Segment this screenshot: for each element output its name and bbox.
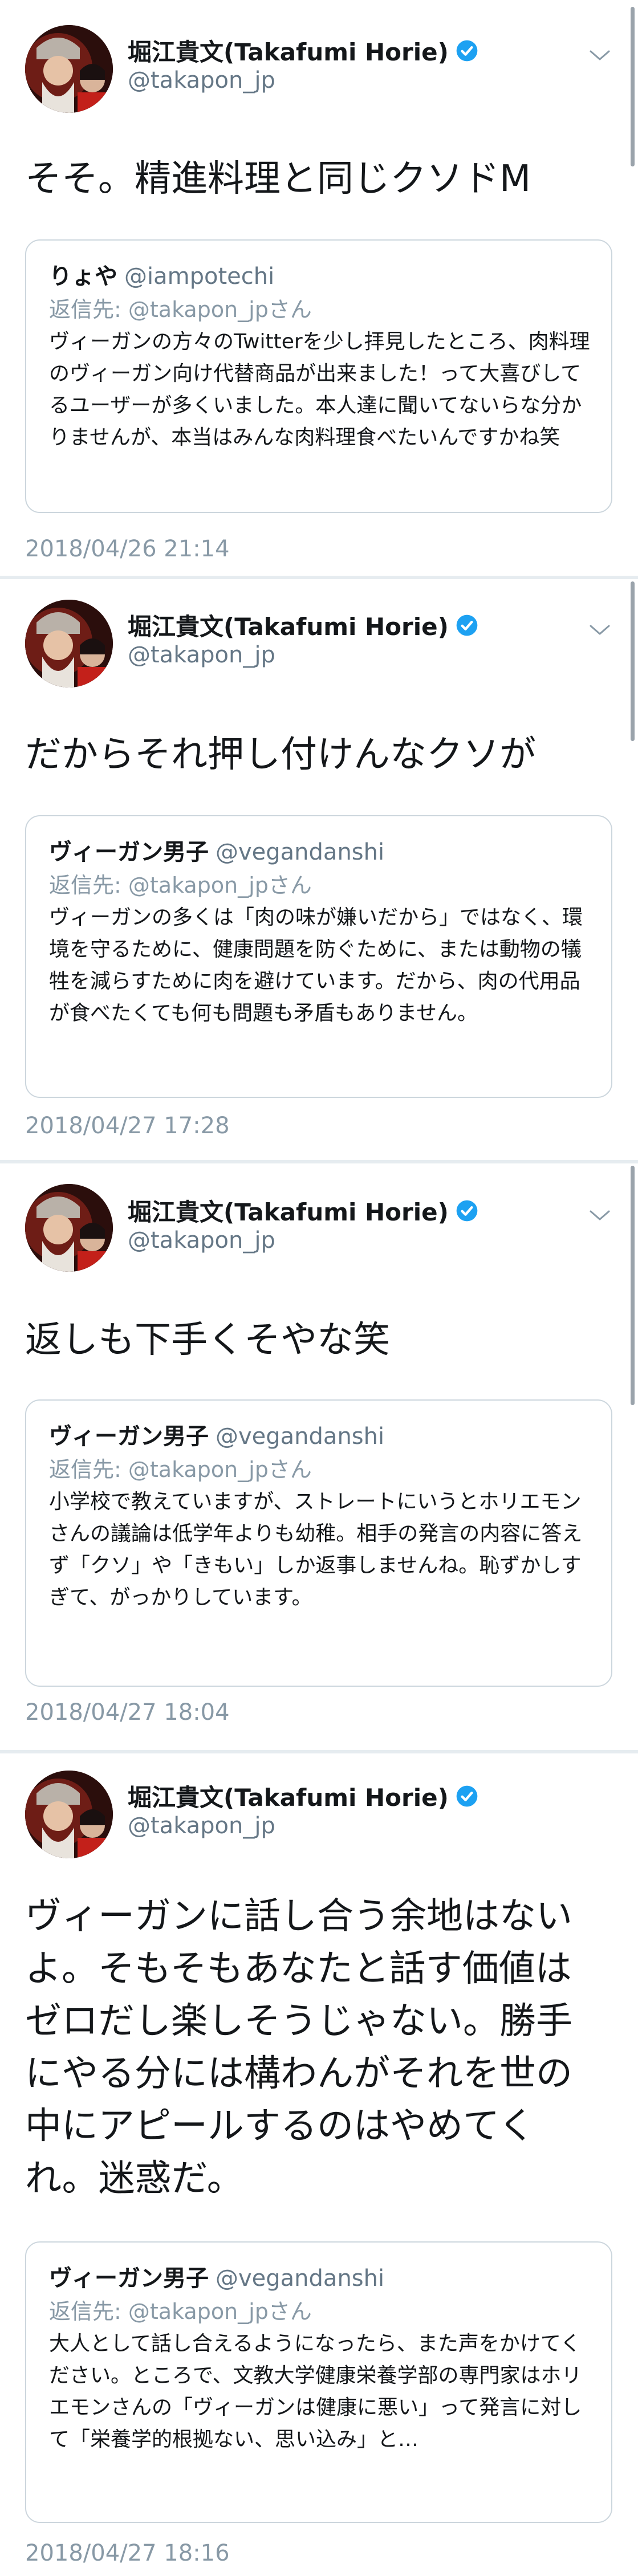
- tweet[interactable]: 堀江貴文(Takafumi Horie) @takapon_jp だからそれ押し…: [0, 579, 638, 1160]
- avatar[interactable]: [25, 1771, 113, 1858]
- tweet-text: だからそれ押し付けんなクソが: [25, 734, 536, 776]
- chevron-down-icon[interactable]: [587, 1207, 612, 1224]
- quoted-tweet[interactable]: ヴィーガン男子 @vegandanshi 返信先: @takapon_jpさん 大…: [25, 2241, 612, 2523]
- tweet-timestamp[interactable]: 2018/04/27 17:28: [25, 1113, 230, 1139]
- tweet[interactable]: 堀江貴文(Takafumi Horie) @takapon_jp 返しも下手くそ…: [0, 1163, 638, 1750]
- author-name[interactable]: 堀江貴文(Takafumi Horie): [128, 33, 449, 68]
- quoted-author-handle: @iampotechi: [124, 263, 275, 290]
- tweet[interactable]: 堀江貴文(Takafumi Horie) @takapon_jp ヴィーガンに話…: [0, 1753, 638, 2576]
- author-handle[interactable]: @takapon_jp: [128, 1227, 275, 1254]
- verified-badge-icon: [456, 615, 478, 636]
- quoted-tweet[interactable]: ヴィーガン男子 @vegandanshi 返信先: @takapon_jpさん ヴ…: [25, 815, 612, 1098]
- reply-to-label: 返信先: @takapon_jpさん: [49, 873, 312, 898]
- reply-to-label: 返信先: @takapon_jpさん: [49, 297, 312, 322]
- quoted-author-name: ヴィーガン男子: [49, 1423, 209, 1450]
- tweet-text: 返しも下手くそやな笑: [25, 1319, 390, 1361]
- quoted-tweet[interactable]: りょや @iampotechi 返信先: @takapon_jpさん ヴィーガンの…: [25, 239, 612, 513]
- author-handle[interactable]: @takapon_jp: [128, 67, 275, 93]
- avatar[interactable]: [25, 1184, 113, 1272]
- avatar-photo: [25, 1184, 113, 1272]
- reply-to-label: 返信先: @takapon_jpさん: [49, 2299, 312, 2324]
- scrollbar[interactable]: [631, 581, 635, 741]
- author-handle[interactable]: @takapon_jp: [128, 1813, 275, 1839]
- chevron-down-icon[interactable]: [587, 621, 612, 638]
- quoted-author-name: ヴィーガン男子: [49, 2265, 209, 2292]
- tweet-timestamp[interactable]: 2018/04/27 18:04: [25, 1699, 230, 1726]
- tweet-text: ヴィーガンに話し合う余地はないよ。そもそもあなたと話す価値はゼロだし楽しそうじゃ…: [25, 1895, 572, 2200]
- verified-badge-icon: [456, 40, 478, 61]
- tweet-timestamp[interactable]: 2018/04/26 21:14: [25, 536, 230, 562]
- avatar-photo: [25, 600, 113, 687]
- avatar-photo: [25, 1771, 113, 1858]
- author-name[interactable]: 堀江貴文(Takafumi Horie): [128, 1193, 449, 1228]
- quoted-author-handle: @vegandanshi: [216, 839, 385, 865]
- tweet-text: そそ。精進料理と同じクソドM: [25, 158, 531, 200]
- scrollbar[interactable]: [631, 1166, 635, 1405]
- avatar-photo: [25, 25, 113, 113]
- chevron-down-icon[interactable]: [587, 47, 612, 64]
- author-handle[interactable]: @takapon_jp: [128, 642, 275, 668]
- quoted-tweet-text: 小学校で教えていますが、ストレートにいうとホリエモンさんの議論は低学年よりも幼稚…: [49, 1490, 583, 1609]
- quoted-tweet-text: ヴィーガンの方々のTwitterを少し拝見したところ、肉料理のヴィーガン向け代替…: [49, 330, 590, 449]
- verified-badge-icon: [456, 1200, 478, 1221]
- quoted-author-handle: @vegandanshi: [216, 2265, 385, 2292]
- quoted-tweet-text: 大人として話し合えるようになったら、また声をかけてください。ところで、文教大学健…: [49, 2332, 582, 2451]
- quoted-author-name: りょや: [49, 263, 117, 290]
- scrollbar[interactable]: [631, 7, 635, 166]
- avatar[interactable]: [25, 25, 113, 113]
- author-name[interactable]: 堀江貴文(Takafumi Horie): [128, 608, 449, 642]
- avatar[interactable]: [25, 600, 113, 687]
- tweet-timestamp[interactable]: 2018/04/27 18:16: [25, 2540, 230, 2566]
- tweet[interactable]: 堀江貴文(Takafumi Horie) @takapon_jp そそ。精進料理…: [0, 0, 638, 576]
- quoted-author-name: ヴィーガン男子: [49, 839, 209, 865]
- quoted-tweet-text: ヴィーガンの多くは「肉の味が嫌いだから」ではなく、環境を守るために、健康問題を防…: [49, 906, 583, 1025]
- reply-to-label: 返信先: @takapon_jpさん: [49, 1457, 312, 1482]
- quoted-author-handle: @vegandanshi: [216, 1423, 385, 1450]
- verified-badge-icon: [456, 1785, 478, 1806]
- quoted-tweet[interactable]: ヴィーガン男子 @vegandanshi 返信先: @takapon_jpさん 小…: [25, 1399, 612, 1687]
- author-name[interactable]: 堀江貴文(Takafumi Horie): [128, 1779, 449, 1813]
